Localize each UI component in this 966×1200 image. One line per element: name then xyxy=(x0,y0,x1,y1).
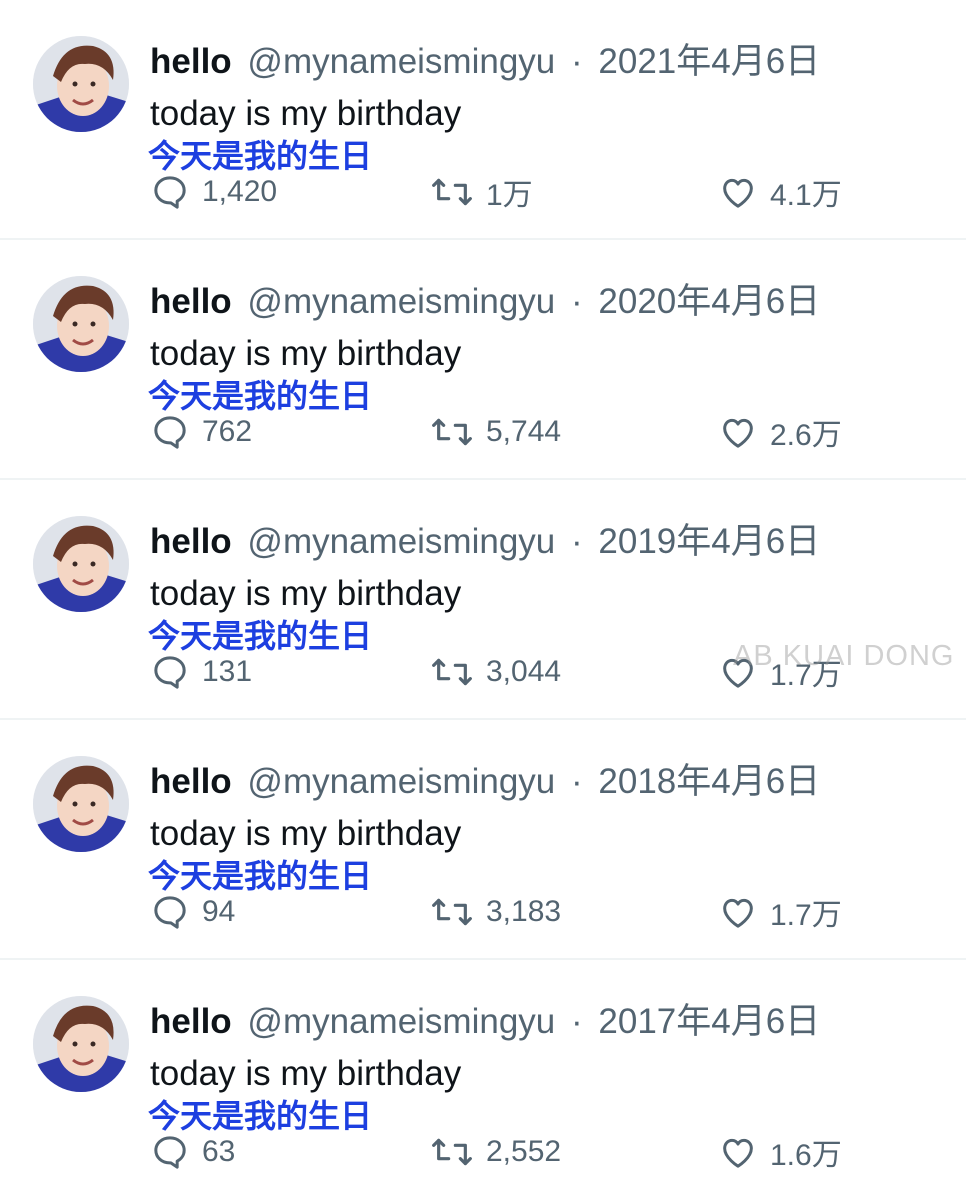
tweet-date[interactable]: 2018年4月6日 xyxy=(598,762,820,801)
tweet-header: hello @mynameismingyu · 2018年4月6日 xyxy=(150,760,820,804)
tweet-date[interactable]: 2021年4月6日 xyxy=(598,42,820,81)
retweet-icon xyxy=(430,1132,474,1172)
tweet-text: today is my birthday xyxy=(150,1054,462,1093)
retweet-button[interactable]: 1万 xyxy=(430,170,533,214)
tweet-date[interactable]: 2017年4月6日 xyxy=(598,1002,820,1041)
tweet-header: hello @mynameismingyu · 2021年4月6日 xyxy=(150,40,820,84)
tweet-actions: 762 5,744 2.6万 xyxy=(150,410,910,454)
avatar[interactable] xyxy=(33,996,129,1092)
tweet-text: today is my birthday xyxy=(150,334,462,373)
display-name[interactable]: hello xyxy=(150,1002,232,1041)
display-name[interactable]: hello xyxy=(150,522,232,561)
tweet-header: hello @mynameismingyu · 2020年4月6日 xyxy=(150,280,820,324)
tweet-header: hello @mynameismingyu · 2017年4月6日 xyxy=(150,1000,820,1044)
avatar[interactable] xyxy=(33,756,129,852)
retweet-count: 3,183 xyxy=(486,895,562,928)
like-icon xyxy=(718,172,758,212)
separator-dot: · xyxy=(571,762,583,801)
tweet[interactable]: hello @mynameismingyu · 2021年4月6日 today … xyxy=(0,0,966,240)
retweet-count: 1万 xyxy=(486,179,533,212)
tweet-date[interactable]: 2019年4月6日 xyxy=(598,522,820,561)
like-button[interactable]: 1.6万 xyxy=(718,1130,842,1174)
retweet-button[interactable]: 5,744 xyxy=(430,410,561,454)
reply-icon xyxy=(150,652,190,692)
avatar[interactable] xyxy=(33,516,129,612)
reply-icon xyxy=(150,412,190,452)
display-name[interactable]: hello xyxy=(150,282,232,321)
retweet-count: 5,744 xyxy=(486,415,562,448)
reply-count: 131 xyxy=(202,655,253,688)
separator-dot: · xyxy=(571,42,583,81)
tweet-actions: 1,420 1万 4.1万 xyxy=(150,170,910,214)
tweet-text: today is my birthday xyxy=(150,814,462,853)
tweet[interactable]: hello @mynameismingyu · 2017年4月6日 today … xyxy=(0,960,966,1200)
retweet-count: 2,552 xyxy=(486,1135,562,1168)
like-button[interactable]: 2.6万 xyxy=(718,410,842,454)
retweet-icon xyxy=(430,412,474,452)
like-button[interactable]: 4.1万 xyxy=(718,170,842,214)
separator-dot: · xyxy=(571,1002,583,1041)
tweet[interactable]: hello @mynameismingyu · 2018年4月6日 today … xyxy=(0,720,966,960)
reply-button[interactable]: 762 xyxy=(150,410,252,454)
like-icon xyxy=(718,412,758,452)
retweet-button[interactable]: 3,044 xyxy=(430,650,561,694)
retweet-icon xyxy=(430,172,474,212)
reply-button[interactable]: 94 xyxy=(150,890,235,934)
user-handle[interactable]: @mynameismingyu xyxy=(247,762,555,801)
separator-dot: · xyxy=(571,522,583,561)
retweet-button[interactable]: 2,552 xyxy=(430,1130,561,1174)
reply-count: 63 xyxy=(202,1135,236,1168)
reply-count: 762 xyxy=(202,415,253,448)
tweet[interactable]: hello @mynameismingyu · 2020年4月6日 today … xyxy=(0,240,966,480)
user-handle[interactable]: @mynameismingyu xyxy=(247,522,555,561)
user-handle[interactable]: @mynameismingyu xyxy=(247,42,555,81)
retweet-icon xyxy=(430,652,474,692)
reply-icon xyxy=(150,892,190,932)
retweet-count: 3,044 xyxy=(486,655,562,688)
reply-button[interactable]: 131 xyxy=(150,650,252,694)
tweet-text: today is my birthday xyxy=(150,94,462,133)
watermark: AB KUAI DONG xyxy=(733,640,955,672)
like-count: 1.7万 xyxy=(770,899,842,932)
reply-button[interactable]: 1,420 xyxy=(150,170,277,214)
tweet-actions: 63 2,552 1.6万 xyxy=(150,1130,910,1174)
like-count: 1.6万 xyxy=(770,1139,842,1172)
separator-dot: · xyxy=(571,282,583,321)
like-count: 4.1万 xyxy=(770,179,842,212)
retweet-icon xyxy=(430,892,474,932)
reply-count: 1,420 xyxy=(202,175,278,208)
tweet-actions: 94 3,183 1.7万 xyxy=(150,890,910,934)
like-count: 2.6万 xyxy=(770,419,842,452)
reply-button[interactable]: 63 xyxy=(150,1130,235,1174)
tweet-date[interactable]: 2020年4月6日 xyxy=(598,282,820,321)
retweet-button[interactable]: 3,183 xyxy=(430,890,561,934)
tweet[interactable]: hello @mynameismingyu · 2019年4月6日 today … xyxy=(0,480,966,720)
like-icon xyxy=(718,892,758,932)
reply-icon xyxy=(150,172,190,212)
tweet-header: hello @mynameismingyu · 2019年4月6日 xyxy=(150,520,820,564)
user-handle[interactable]: @mynameismingyu xyxy=(247,282,555,321)
reply-count: 94 xyxy=(202,895,236,928)
avatar[interactable] xyxy=(33,36,129,132)
user-handle[interactable]: @mynameismingyu xyxy=(247,1002,555,1041)
display-name[interactable]: hello xyxy=(150,762,232,801)
display-name[interactable]: hello xyxy=(150,42,232,81)
avatar[interactable] xyxy=(33,276,129,372)
tweet-feed: hello @mynameismingyu · 2021年4月6日 today … xyxy=(0,0,966,1200)
like-button[interactable]: 1.7万 xyxy=(718,890,842,934)
like-icon xyxy=(718,1132,758,1172)
tweet-text: today is my birthday xyxy=(150,574,462,613)
reply-icon xyxy=(150,1132,190,1172)
